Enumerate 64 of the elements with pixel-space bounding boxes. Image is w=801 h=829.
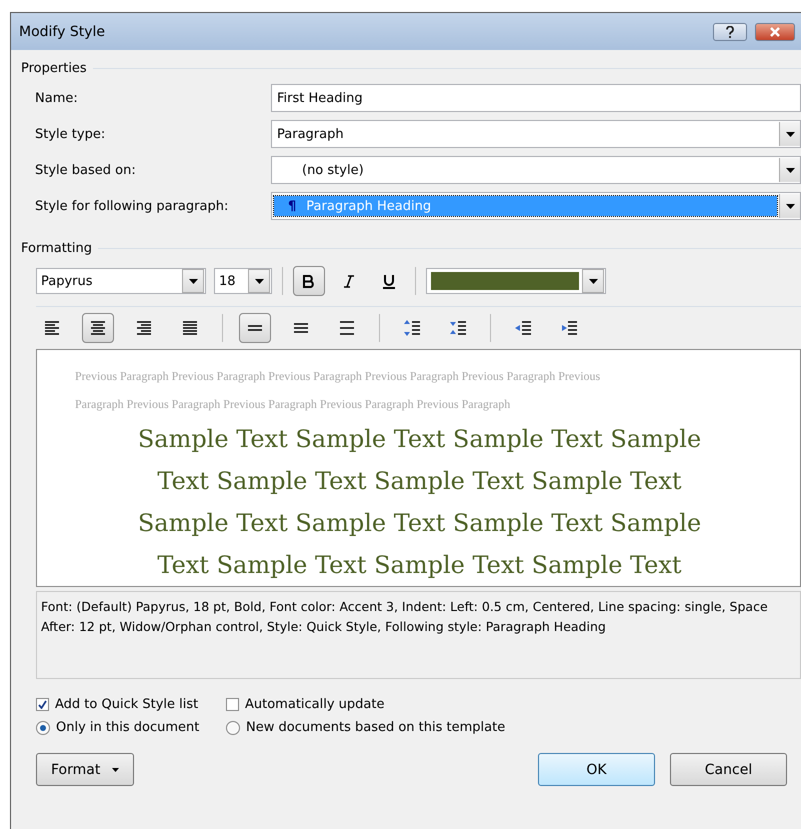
dropdown-arrow-icon: [254, 278, 264, 284]
justify-icon: [181, 319, 199, 337]
cancel-button[interactable]: Cancel: [670, 753, 787, 786]
ok-button[interactable]: OK: [538, 753, 655, 786]
dropdown-field[interactable]: ¶ Paragraph Heading: [271, 192, 801, 220]
italic-icon: [344, 274, 354, 288]
dropdown-arrow-icon: [786, 132, 794, 136]
dropdown-arrow-icon: [188, 278, 198, 284]
radio-button[interactable]: [226, 720, 240, 734]
font-color-dropdown[interactable]: [426, 268, 606, 294]
font-dropdown[interactable]: Papyrus: [36, 268, 206, 294]
field-value: (no style): [301, 162, 365, 178]
align-center-icon: [89, 319, 107, 337]
field-value: Paragraph: [276, 126, 345, 142]
sample-text: Sample Text Sample Text Sample Text Sample: [136, 508, 702, 539]
single-spacing-button[interactable]: [239, 313, 271, 343]
radio-button[interactable]: [36, 720, 50, 734]
bold-button[interactable]: [293, 266, 325, 296]
field-label: Style for following paragraph:: [35, 198, 230, 214]
checkbox[interactable]: [226, 698, 239, 711]
format-button[interactable]: Format: [36, 753, 134, 786]
decrease-spacing-icon: [449, 319, 467, 337]
previous-paragraph-text: Previous Paragraph Previous Paragraph Previous Paragraph Previous Paragraph Previous Paragraph Previous: [75, 368, 602, 385]
radio-label: New documents based on this template: [246, 720, 506, 735]
group-title: Properties: [21, 60, 87, 76]
checkbox-label: Add to Quick Style list: [55, 697, 198, 712]
field-label: Style based on:: [35, 162, 137, 178]
field-label: Style type:: [35, 126, 106, 142]
field-value: First Heading: [276, 90, 364, 106]
font-size-dropdown[interactable]: 18: [214, 268, 272, 294]
dropdown-arrow-icon: [786, 204, 794, 208]
group-title: Formatting: [21, 240, 92, 256]
sample-text: Text Sample Text Sample Text Sample Text: [156, 466, 683, 497]
double-spacing-icon: [338, 319, 356, 337]
dropdown-field[interactable]: (no style): [271, 156, 801, 184]
field-value: Paragraph Heading: [306, 198, 432, 214]
input-field[interactable]: First Heading: [271, 84, 801, 112]
help-icon: [726, 26, 734, 38]
sample-text: Sample Text Sample Text Sample Text Sample: [136, 424, 702, 455]
radio-label: Only in this document: [56, 720, 200, 735]
close-icon: [770, 26, 780, 36]
previous-paragraph-text: Paragraph Previous Paragraph Previous Paragraph Previous Paragraph Previous Paragraph: [75, 396, 512, 413]
close-button[interactable]: [755, 22, 795, 40]
style-description: Font: (Default) Papyrus, 18 pt, Bold, Font color: Accent 3, Indent: Left: 0.5 cm, Centered, Line spacing: single, Space After: 12 pt, Widow/Orphan control, Style: Quick Style, Following style: Paragraph Heading: [36, 591, 801, 679]
dropdown-arrow-icon: [588, 278, 598, 284]
sample-text: Text Sample Text Sample Text Sample Text: [156, 550, 683, 581]
checkbox-label: Automatically update: [245, 697, 384, 712]
increase-spacing-icon: [403, 319, 421, 337]
help-button[interactable]: [713, 22, 747, 40]
align-right-icon: [135, 319, 153, 337]
dropdown-field[interactable]: Paragraph: [271, 120, 801, 148]
checkmark-icon: [38, 700, 47, 709]
align-left-icon: [43, 319, 61, 337]
window-title: Modify Style: [19, 24, 106, 40]
checkbox[interactable]: [36, 698, 49, 711]
decrease-indent-icon: [514, 319, 532, 337]
dropdown-arrow-icon: [786, 168, 794, 172]
align-center-button[interactable]: [82, 313, 114, 343]
underline-icon: [383, 274, 395, 288]
paragraph-mark-icon: ¶: [288, 198, 296, 214]
increase-indent-icon: [560, 319, 578, 337]
field-label: Name:: [35, 90, 79, 106]
bold-icon: [303, 274, 315, 288]
caret-icon: [112, 768, 120, 772]
